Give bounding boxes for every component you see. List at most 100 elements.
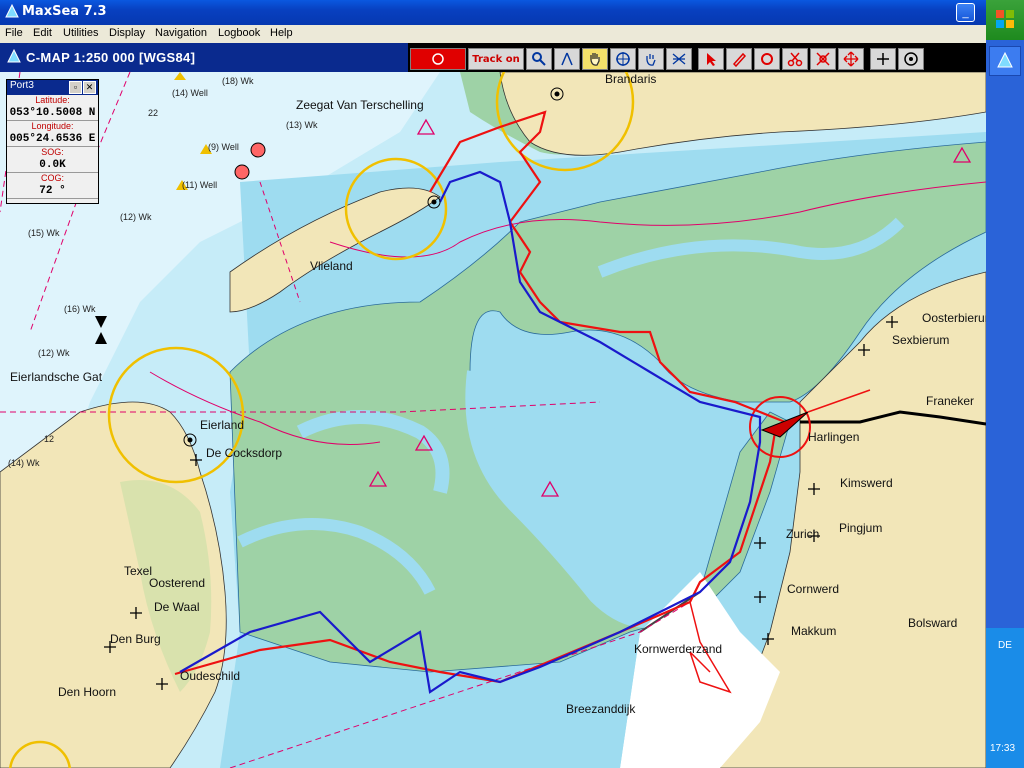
label-vlieland: Vlieland <box>310 259 353 273</box>
label-kornwerderzand: Kornwerderzand <box>634 642 723 656</box>
label-oosterend: Oosterend <box>149 576 206 590</box>
menu-file[interactable]: File <box>5 27 23 39</box>
language-indicator[interactable]: DE <box>998 640 1012 651</box>
label-den-hoorn: Den Hoorn <box>58 685 117 699</box>
label-sexbierum: Sexbierum <box>892 333 950 347</box>
depth-label: (9) Well <box>208 142 239 152</box>
route-icon <box>761 53 773 65</box>
windows-logo-icon <box>996 10 1014 28</box>
longitude-value: 005°24.6536 E <box>7 132 98 147</box>
pan-button[interactable] <box>582 48 608 70</box>
title-bar: MaxSea 7.3 _ <box>0 0 986 25</box>
depth-label: (14) Wk <box>8 458 40 468</box>
start-button[interactable] <box>986 0 1024 40</box>
waypoint-button[interactable] <box>810 48 836 70</box>
menu-utilities[interactable]: Utilities <box>63 27 98 39</box>
plus-icon <box>877 53 889 65</box>
panel-minimize-button[interactable]: ▫ <box>69 81 82 94</box>
hand-icon <box>590 53 600 66</box>
move-button[interactable] <box>838 48 864 70</box>
menu-edit[interactable]: Edit <box>33 27 52 39</box>
label-zeegat: Zeegat Van Terschelling <box>296 98 424 112</box>
compass-icon <box>561 52 573 66</box>
cog-value: 72 ° <box>7 184 98 199</box>
app-icon <box>5 4 19 18</box>
label-cornwerd: Cornwerd <box>787 582 840 596</box>
chart-canvas <box>0 72 986 768</box>
select-button[interactable] <box>698 48 724 70</box>
cog-label: COG: <box>40 173 64 183</box>
measure-button[interactable] <box>666 48 692 70</box>
position-info-panel: Port3 ▫ ✕ Latitude: 053°10.5008 N Longit… <box>6 79 99 204</box>
depth-label: 12 <box>44 434 55 444</box>
grab-hand-icon <box>646 54 656 66</box>
route-button[interactable] <box>754 48 780 70</box>
label-de-waal: De Waal <box>154 600 200 614</box>
menu-display[interactable]: Display <box>109 27 145 39</box>
chart-header: C-MAP 1:250 000 [WGS84] <box>0 43 408 72</box>
cut-button[interactable] <box>782 48 808 70</box>
track-on-button[interactable]: Track on <box>468 48 524 70</box>
target-button[interactable] <box>898 48 924 70</box>
taskbar-maxsea-button[interactable] <box>989 46 1021 76</box>
label-zurich: Zurich <box>786 527 820 541</box>
record-button[interactable] <box>410 48 466 70</box>
waypoint-icon <box>816 52 830 66</box>
zoom-button[interactable] <box>526 48 552 70</box>
target-icon <box>904 52 918 66</box>
depth-label: (15) Wk <box>28 228 60 238</box>
nautical-chart[interactable]: Brandaris Zeegat Van Terschelling Vliela… <box>0 72 986 768</box>
depth-label: (13) Wk <box>286 120 318 130</box>
depth-label: (12) Wk <box>120 212 152 222</box>
move-icon <box>843 51 859 67</box>
system-tray: DE 17:33 <box>986 628 1024 768</box>
label-bolsward: Bolsward <box>908 616 958 630</box>
sog-value: 0.0K <box>7 158 98 173</box>
label-oudeschild: Oudeschild <box>180 669 241 683</box>
panel-title: Port3 <box>10 80 34 91</box>
toolbar: Track on <box>408 43 986 72</box>
panel-close-button[interactable]: ✕ <box>83 81 96 94</box>
label-harlingen: Harlingen <box>808 430 860 444</box>
pencil-button[interactable] <box>726 48 752 70</box>
grab-button[interactable] <box>638 48 664 70</box>
clock[interactable]: 17:33 <box>990 743 1015 754</box>
label-makkum: Makkum <box>791 624 837 638</box>
chart-scale-title: C-MAP 1:250 000 [WGS84] <box>26 50 196 65</box>
depth-label: (16) Wk <box>64 304 96 314</box>
depth-label: (12) Wk <box>38 348 70 358</box>
pencil-icon <box>732 52 747 67</box>
label-eierland: Eierland <box>200 418 245 432</box>
depth-label: 22 <box>148 108 159 118</box>
label-oosterbierum: Oosterbierum <box>922 311 986 325</box>
label-breezanddijk: Breezanddijk <box>566 702 636 716</box>
center-button[interactable] <box>610 48 636 70</box>
plus-button[interactable] <box>870 48 896 70</box>
label-brandaris: Brandaris <box>605 72 657 86</box>
window-title: MaxSea 7.3 <box>22 4 107 19</box>
maxsea-icon <box>997 51 1013 68</box>
taskbar: DE 17:33 <box>986 0 1024 768</box>
compass-button[interactable] <box>554 48 580 70</box>
arrow-cursor-icon <box>707 53 716 66</box>
menu-navigation[interactable]: Navigation <box>155 27 207 39</box>
chart-icon <box>7 49 21 63</box>
label-franeker: Franeker <box>926 394 975 408</box>
minimize-button[interactable]: _ <box>956 3 975 22</box>
depth-label: (11) Well <box>182 180 218 190</box>
panel-header: Port3 ▫ ✕ <box>7 80 98 95</box>
depth-label: (14) Well <box>172 88 208 98</box>
menu-bar: File Edit Utilities Display Navigation L… <box>0 25 986 43</box>
menu-help[interactable]: Help <box>270 27 293 39</box>
magnifier-icon <box>532 52 546 66</box>
longitude-label: Longitude: <box>31 121 74 131</box>
sog-label: SOG: <box>41 147 64 157</box>
scissors-icon <box>787 52 803 67</box>
menu-logbook[interactable]: Logbook <box>218 27 260 39</box>
label-pingjum: Pingjum <box>839 521 883 535</box>
crosshair-icon <box>616 52 630 66</box>
label-eierlandsche-gat: Eierlandsche Gat <box>10 370 103 384</box>
measure-icon <box>672 53 686 65</box>
label-den-burg: Den Burg <box>110 632 161 646</box>
label-texel: Texel <box>124 564 153 578</box>
